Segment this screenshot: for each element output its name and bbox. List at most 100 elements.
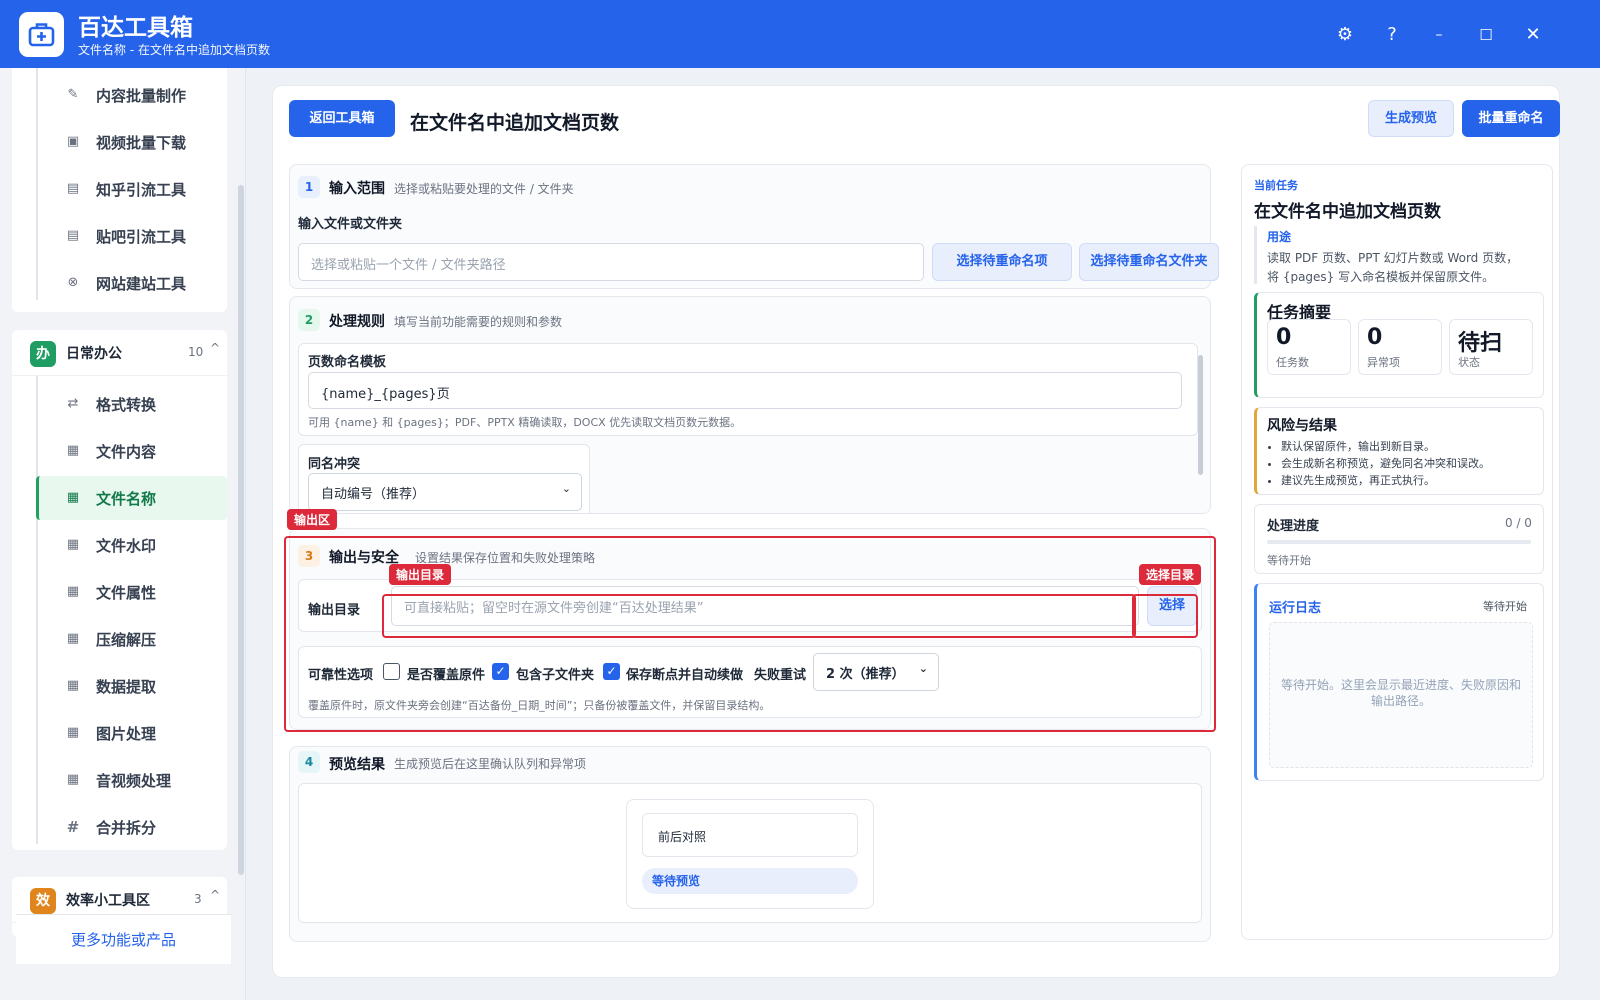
output-zone-tag: 输出区	[287, 509, 338, 530]
doc-icon: ▤	[66, 181, 80, 196]
doc-icon: ▤	[66, 228, 80, 243]
sidebar-item-file-content[interactable]: ▦ 文件内容	[36, 429, 227, 473]
progress-title: 处理进度	[1267, 519, 1320, 534]
sidebar-group-office: 办 日常办公 10 ^ ⇄ 格式转换 ▦ 文件内容 ▦ 文件名称 ▦ 文件水印 …	[12, 330, 227, 850]
select-dir-highlight	[1132, 594, 1198, 638]
sidebar-item-merge-split[interactable]: # 合并拆分	[36, 805, 227, 849]
rules-scrollbar[interactable]	[1198, 355, 1203, 475]
compare-label: 前后对照	[658, 830, 707, 844]
sidebar-item-image[interactable]: ▦ 图片处理	[36, 711, 227, 755]
preview-area: 前后对照 等待预览	[298, 783, 1202, 923]
select-folder-button[interactable]: 选择待重命名文件夹	[1079, 243, 1219, 281]
swap-icon: ⇄	[67, 396, 79, 411]
log-area: 等待开始。这里会显示最近进度、失败原因和 输出路径。	[1269, 622, 1533, 768]
progress-card: 处理进度 0 / 0 等待开始	[1254, 504, 1544, 574]
select-dir-tag: 选择目录	[1139, 564, 1202, 585]
sidebar-item-zhihu[interactable]: ▤ 知乎引流工具	[36, 167, 227, 211]
template-label: 页数命名模板	[308, 355, 387, 370]
risk-title: 风险与结果	[1267, 418, 1337, 434]
risk-item: 建议先生成预览，再正式执行。	[1281, 472, 1490, 489]
input-path-field[interactable]: 选择或粘贴一个文件 / 文件夹路径	[298, 243, 924, 281]
select-items-button[interactable]: 选择待重命名项	[932, 243, 1072, 281]
hash-icon: #	[66, 818, 80, 836]
task-panel: 当前任务 在文件名中追加文档页数 用途 读取 PDF 页数、PPT 幻灯片数或 …	[1241, 164, 1553, 940]
sidebar-item-content-batch[interactable]: ✎ 内容批量制作	[36, 73, 227, 117]
section-rules: 2 处理规则 填写当前功能需要的规则和参数 页数命名模板 {name}_{pag…	[289, 296, 1211, 514]
sidebar-item-file-attributes[interactable]: ▦ 文件属性	[36, 570, 227, 614]
input-field-label: 输入文件或文件夹	[298, 217, 403, 232]
template-input[interactable]: {name}_{pages}页	[308, 372, 1182, 409]
maximize-icon[interactable]: ☐	[1471, 20, 1501, 50]
step-number: 2	[298, 309, 320, 331]
section-input: 1 输入范围 选择或粘贴要处理的文件 / 文件夹 输入文件或文件夹 选择或粘贴一…	[289, 164, 1219, 289]
usage-text-2: 将 {pages} 写入命名模板并保留原文件。	[1267, 270, 1495, 284]
video-icon: ▣	[66, 134, 80, 149]
sidebar-item-website[interactable]: ⊗ 网站建站工具	[36, 261, 227, 305]
toolbox-icon	[28, 23, 55, 47]
app-subtitle: 文件名称 - 在文件名中追加文档页数	[78, 43, 270, 57]
section-desc: 选择或粘贴要处理的文件 / 文件夹	[394, 182, 574, 196]
sidebar-item-tieba[interactable]: ▤ 贴吧引流工具	[36, 214, 227, 258]
more-products-link[interactable]: 更多功能或产品	[16, 914, 231, 964]
risk-item: 会生成新名称预览，避免同名冲突和误改。	[1281, 455, 1490, 472]
chevron-up-icon[interactable]: ^	[210, 888, 220, 902]
section-desc: 生成预览后在这里确认队列和异常项	[394, 757, 587, 771]
group-header-office[interactable]: 办 日常办公 10 ^	[12, 330, 227, 376]
sidebar-group-marketing: ✎ 内容批量制作 ▣ 视频批量下载 ▤ 知乎引流工具 ▤ 贴吧引流工具 ⊗ 网站…	[12, 68, 227, 312]
log-card: 运行日志 等待开始 等待开始。这里会显示最近进度、失败原因和 输出路径。	[1254, 583, 1544, 781]
chevron-down-icon: ⌄	[561, 482, 571, 495]
sidebar-item-audio-video[interactable]: ▦ 音视频处理	[36, 758, 227, 802]
grid-icon: ▦	[66, 678, 80, 693]
step-number: 1	[298, 176, 320, 198]
grid-icon: ▦	[66, 631, 80, 646]
title-bar: 百达工具箱 文件名称 - 在文件名中追加文档页数 ⚙ ? – ☐ ✕	[0, 0, 1600, 68]
pen-icon: ✎	[67, 87, 79, 102]
template-box: 页数命名模板 {name}_{pages}页 可用 {name} 和 {page…	[298, 343, 1198, 436]
sidebar-item-file-name[interactable]: ▦ 文件名称	[36, 476, 227, 520]
help-icon[interactable]: ?	[1377, 20, 1407, 50]
group-count: 10	[188, 345, 204, 359]
app-logo	[19, 12, 64, 57]
grid-icon: ▦	[66, 584, 80, 599]
preview-status-badge: 等待预览	[642, 868, 858, 894]
sidebar-scrollbar[interactable]	[238, 185, 244, 875]
section-desc: 填写当前功能需要的规则和参数	[394, 315, 563, 329]
settings-icon[interactable]: ⚙	[1330, 20, 1360, 50]
group-badge: 效	[30, 888, 56, 914]
close-icon[interactable]: ✕	[1518, 20, 1548, 50]
sidebar-item-format-convert[interactable]: ⇄ 格式转换	[36, 382, 227, 426]
risk-list: 默认保留原件，输出到新目录。 会生成新名称预览，避免同名冲突和误改。 建议先生成…	[1281, 438, 1490, 489]
globe-icon: ⊗	[67, 275, 79, 290]
group-name: 日常办公	[66, 346, 122, 362]
section-preview: 4 预览结果 生成预览后在这里确认队列和异常项 前后对照 等待预览	[289, 746, 1211, 942]
grid-icon: ▦	[66, 490, 80, 505]
log-title: 运行日志	[1269, 601, 1322, 616]
conflict-box: 同名冲突 自动编号（推荐） ⌄	[298, 444, 590, 513]
minimize-icon[interactable]: –	[1424, 20, 1454, 50]
section-title: 处理规则	[329, 314, 385, 330]
sidebar-item-video-download[interactable]: ▣ 视频批量下载	[36, 120, 227, 164]
conflict-select[interactable]: 自动编号（推荐） ⌄	[308, 473, 582, 511]
compare-box: 前后对照	[642, 813, 858, 857]
chevron-up-icon[interactable]: ^	[210, 341, 220, 355]
group-count: 3	[194, 892, 202, 906]
sidebar-item-file-watermark[interactable]: ▦ 文件水印	[36, 523, 227, 567]
back-to-toolbox-button[interactable]: 返回工具箱	[289, 100, 395, 137]
task-title: 在文件名中追加文档页数	[1254, 202, 1441, 222]
sidebar-item-data-extract[interactable]: ▦ 数据提取	[36, 664, 227, 708]
output-dir-highlight	[382, 594, 1136, 638]
generate-preview-button[interactable]: 生成预览	[1368, 100, 1454, 137]
grid-icon: ▦	[66, 725, 80, 740]
preview-card: 前后对照 等待预览	[626, 799, 874, 909]
section-title: 输入范围	[329, 181, 385, 197]
batch-rename-button[interactable]: 批量重命名	[1462, 100, 1560, 137]
section-title: 预览结果	[329, 757, 385, 773]
stat-task-count: 0 任务数	[1267, 319, 1351, 375]
risk-card: 风险与结果 默认保留原件，输出到新目录。 会生成新名称预览，避免同名冲突和误改。…	[1254, 407, 1544, 495]
group-badge: 办	[30, 341, 56, 367]
summary-card: 任务摘要 0 任务数 0 异常项 待扫 状态	[1254, 292, 1544, 398]
task-kicker: 当前任务	[1254, 179, 1298, 192]
conflict-label: 同名冲突	[308, 457, 361, 472]
usage-title: 用途	[1267, 230, 1292, 244]
sidebar-item-compress[interactable]: ▦ 压缩解压	[36, 617, 227, 661]
